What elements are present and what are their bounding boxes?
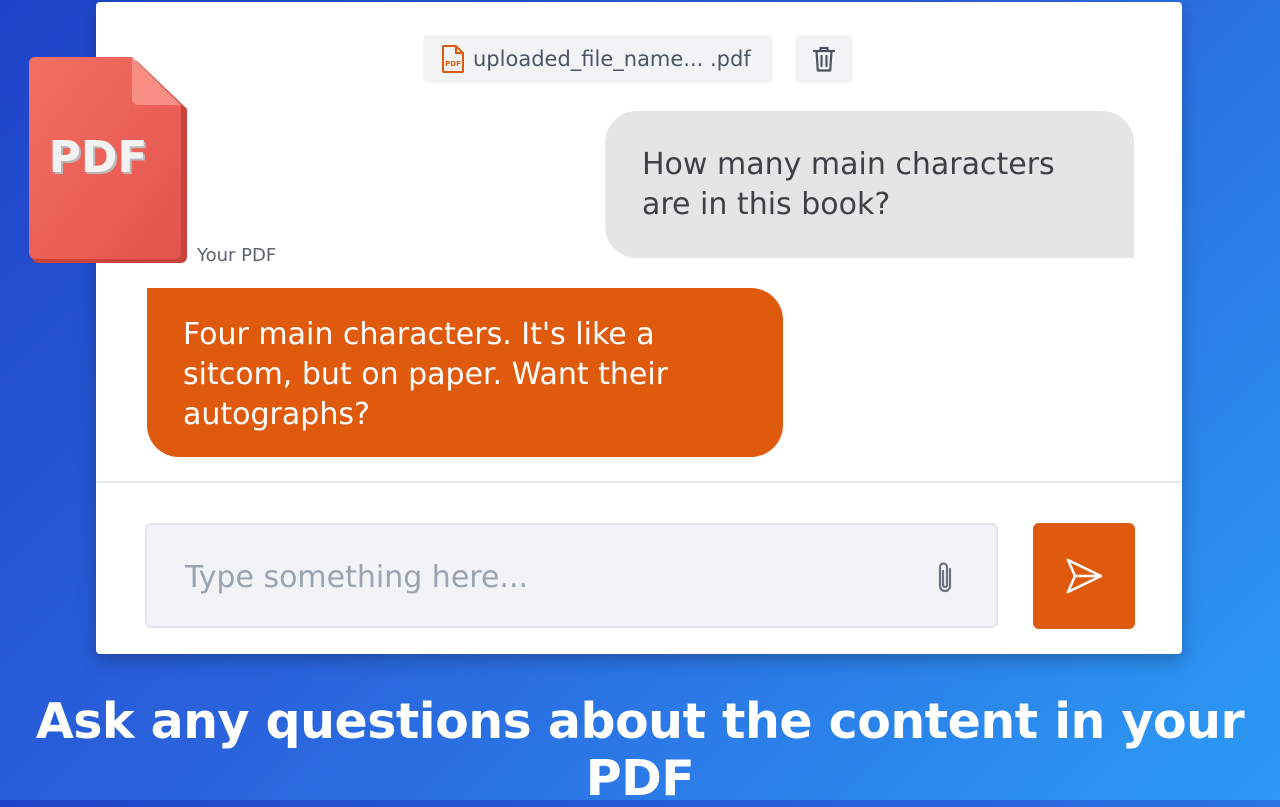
trash-icon bbox=[812, 46, 836, 72]
bot-message-text: Four main characters. It's like a sitcom… bbox=[183, 317, 669, 432]
pdf-file-icon-label: PDF bbox=[445, 60, 461, 68]
tagline: Ask any questions about the content in y… bbox=[35, 693, 1245, 807]
delete-file-button[interactable] bbox=[795, 35, 853, 83]
send-button[interactable] bbox=[1033, 523, 1135, 629]
chat-panel: PDF uploaded_file_name... .pdf How many … bbox=[96, 2, 1182, 654]
uploaded-file-chip[interactable]: PDF uploaded_file_name... .pdf bbox=[423, 35, 773, 83]
uploaded-file-name: uploaded_file_name... .pdf bbox=[473, 47, 751, 71]
paperclip-icon[interactable] bbox=[933, 559, 957, 597]
send-icon bbox=[1066, 558, 1103, 594]
bot-message-bubble: Four main characters. It's like a sitcom… bbox=[147, 288, 783, 457]
pdf-logo-text: PDF bbox=[49, 132, 148, 183]
pdf-document-icon: PDF PDF bbox=[29, 57, 187, 263]
pdf-file-icon: PDF bbox=[442, 45, 464, 73]
user-message-bubble: How many main characters are in this boo… bbox=[605, 111, 1134, 258]
message-input[interactable] bbox=[183, 550, 907, 604]
composer-divider bbox=[96, 481, 1182, 483]
bot-sender-label: Your PDF bbox=[197, 245, 277, 266]
message-input-container bbox=[145, 523, 998, 628]
user-message-text: How many main characters are in this boo… bbox=[642, 147, 1055, 222]
